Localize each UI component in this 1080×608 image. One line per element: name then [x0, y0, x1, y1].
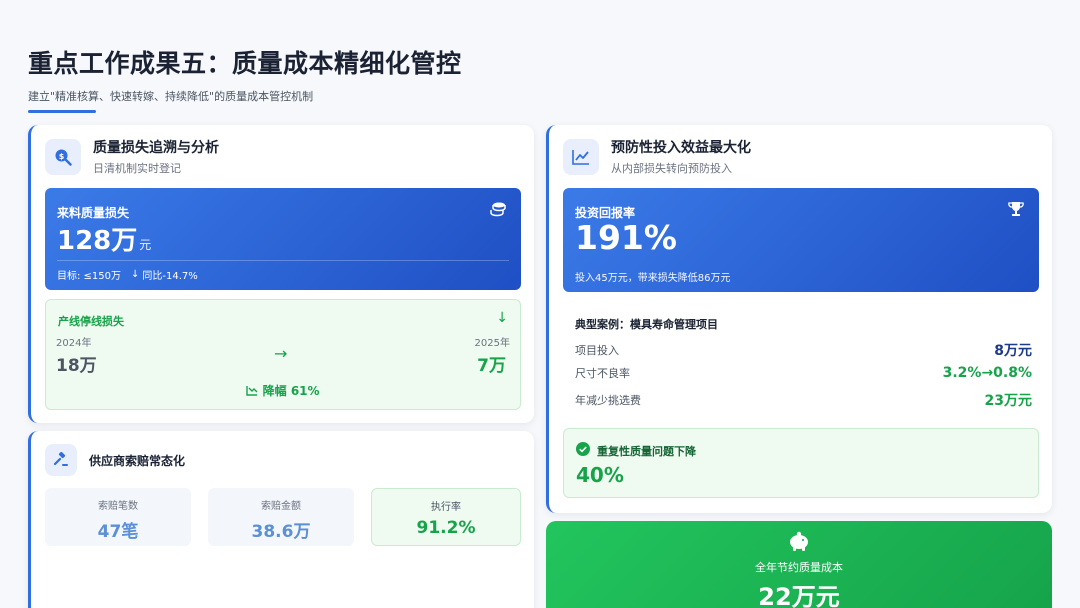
case-row-label: 项目投入: [575, 344, 619, 357]
line-stop-from-value: 18万: [56, 356, 97, 376]
repeat-issue-value: 40%: [576, 463, 624, 487]
quality-loss-title: 质量损失追溯与分析: [93, 140, 219, 156]
quality-loss-subtitle: 日清机制实时登记: [93, 162, 181, 175]
case-row-investment: 项目投入 8万元: [575, 340, 1032, 360]
check-circle-icon: [576, 441, 590, 460]
case-row-defect-rate: 尺寸不良率 3.2%→0.8%: [575, 365, 1032, 381]
page-subtitle: 建立"精准核算、快速转嫁、持续降低"的质量成本管控机制: [28, 90, 314, 103]
line-stop-drop: 降幅 61%: [262, 384, 320, 398]
annual-savings-value: 22万元: [758, 583, 840, 608]
case-row-label: 年减少挑选费: [575, 394, 641, 407]
incoming-loss-label: 来料质量损失: [57, 206, 130, 220]
page-title: 重点工作成果五：质量成本精细化管控: [28, 49, 462, 78]
preventive-investment-card: 预防性投入效益最大化 从内部损失转向预防投入 投资回报率 191% 投入45万元…: [546, 125, 1052, 513]
trophy-icon: [1007, 200, 1025, 222]
search-money-icon: $: [45, 138, 81, 175]
incoming-loss-unit: 元: [139, 238, 152, 252]
line-stop-to-value: 7万: [477, 356, 506, 376]
title-underline: [28, 110, 96, 113]
line-stop-to-year: 2025年: [474, 338, 510, 349]
gavel-icon: [45, 444, 77, 476]
repeat-issue-label: 重复性质量问题下降: [597, 444, 696, 458]
line-stop-label: 产线停线损失: [58, 315, 124, 328]
supplier-claim-card: 供应商索赔常态化 索赔笔数 47笔 索赔金额 38.6万 执行率 91.2%: [28, 431, 534, 608]
annual-savings-label: 全年节约质量成本: [755, 561, 843, 574]
execution-rate-box: 执行率 91.2%: [371, 488, 521, 546]
line-stop-from-year: 2024年: [56, 338, 92, 349]
roi-panel: 投资回报率 191% 投入45万元，带来损失降低86万元: [563, 188, 1039, 292]
line-chart-icon: [563, 138, 599, 175]
supplier-claim-title: 供应商索赔常态化: [89, 453, 186, 468]
claim-amount-value: 38.6万: [251, 522, 311, 542]
claim-amount-box: 索赔金额 38.6万: [208, 488, 354, 546]
arrow-right-icon: →: [274, 344, 288, 363]
claim-count-box: 索赔笔数 47笔: [45, 488, 191, 546]
repeat-issue-panel: 重复性质量问题下降 40%: [563, 428, 1039, 498]
annual-savings-card: 全年节约质量成本 22万元: [546, 521, 1052, 608]
roi-note: 投入45万元，带来损失降低86万元: [575, 273, 731, 284]
case-title: 典型案例：模具寿命管理项目: [575, 318, 718, 331]
coins-icon: [489, 200, 507, 222]
case-row-label: 尺寸不良率: [575, 367, 630, 380]
quality-loss-card: $ 质量损失追溯与分析 日清机制实时登记 来料质量损失 128万 元 目标: ≤…: [28, 125, 534, 423]
case-row-value: 23万元: [984, 393, 1032, 409]
incoming-loss-yoy: 同比-14.7%: [142, 271, 198, 282]
execution-rate-value: 91.2%: [416, 518, 476, 538]
case-row-sorting-fee: 年减少挑选费 23万元: [575, 390, 1032, 410]
piggy-bank-icon: [546, 531, 1052, 557]
svg-text:$: $: [59, 152, 65, 161]
case-row-value: 3.2%→0.8%: [942, 365, 1032, 381]
arrow-down-icon: ↓: [131, 269, 140, 280]
incoming-loss-value: 128万: [57, 226, 138, 256]
roi-value: 191%: [575, 218, 677, 257]
preventive-investment-subtitle: 从内部损失转向预防投入: [611, 162, 732, 175]
claim-count-label: 索赔笔数: [98, 501, 138, 512]
incoming-loss-panel: 来料质量损失 128万 元 目标: ≤150万 ↓ 同比-14.7%: [45, 188, 521, 290]
line-stop-panel: 产线停线损失 ↓ 2024年 18万 → 2025年 7万 降幅 61%: [45, 299, 521, 410]
incoming-loss-target: 目标: ≤150万: [57, 271, 122, 282]
execution-rate-label: 执行率: [431, 502, 461, 513]
claim-amount-label: 索赔金额: [261, 501, 301, 512]
trend-down-icon: [246, 384, 262, 398]
arrow-down-icon: ↓: [496, 310, 508, 326]
preventive-investment-title: 预防性投入效益最大化: [611, 140, 751, 156]
claim-count-value: 47笔: [97, 522, 139, 542]
case-row-value: 8万元: [994, 343, 1032, 359]
